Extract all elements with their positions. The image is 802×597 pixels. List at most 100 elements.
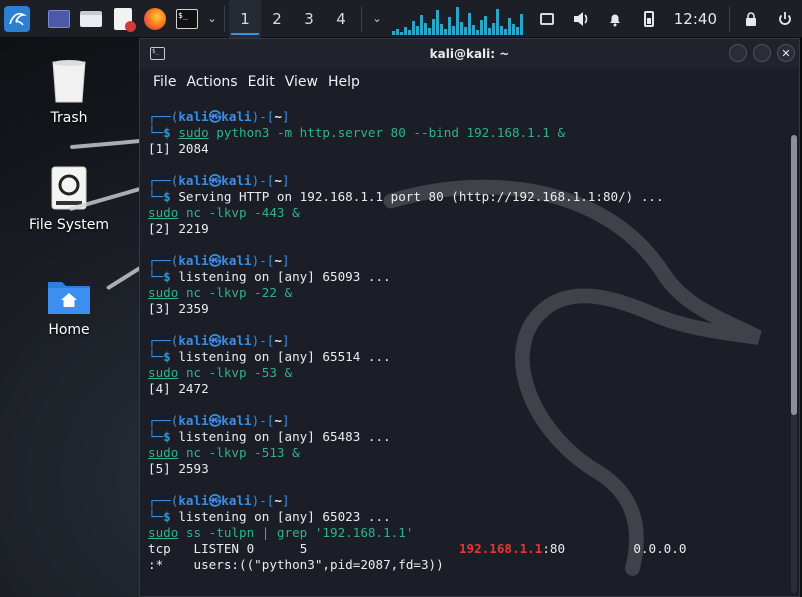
workspace-4[interactable]: 4 xyxy=(325,0,357,38)
cpu-graph-bar xyxy=(520,13,523,35)
text-editor-icon[interactable] xyxy=(108,4,138,34)
prompt-host: kali xyxy=(221,493,252,508)
clock[interactable]: 12:40 xyxy=(666,10,725,28)
prompt-bracket: ┌──( xyxy=(148,413,179,428)
prompt-bracket: └─ xyxy=(148,349,164,364)
ss-local-ip: 192.168.1.1 xyxy=(458,541,543,556)
lock-icon[interactable] xyxy=(734,0,768,38)
scrollbar-thumb[interactable] xyxy=(791,135,797,415)
prompt-at-symbol: ㉿ xyxy=(208,413,222,428)
prompt-host: kali xyxy=(221,109,252,124)
chevron-down-icon[interactable]: ⌄ xyxy=(368,4,386,34)
ss-state: LISTEN xyxy=(193,541,240,556)
panel-separator xyxy=(729,6,730,32)
prompt-host: kali xyxy=(221,333,252,348)
command-sudo: sudo xyxy=(178,125,209,140)
prompt-bracket: ┌──( xyxy=(148,493,179,508)
window-titlebar[interactable]: kali@kali: ~ ✕ xyxy=(140,39,799,69)
kali-menu-icon[interactable] xyxy=(4,5,30,32)
desktop-icon-label: File System xyxy=(28,217,110,233)
close-button[interactable]: ✕ xyxy=(777,44,795,62)
show-desktop-icon[interactable] xyxy=(44,4,74,34)
menu-help[interactable]: Help xyxy=(323,74,365,90)
cpu-graph-bar xyxy=(392,30,395,35)
command-output: listening on [any] 65023 ... xyxy=(178,509,391,524)
cpu-graph xyxy=(392,3,524,35)
close-icon: ✕ xyxy=(781,46,791,60)
workspace-label: 2 xyxy=(272,9,282,28)
command-line: sudo nc -lkvp -513 & xyxy=(148,445,787,461)
menu-bar: File Actions Edit View Help xyxy=(140,69,799,95)
command-text: nc -lkvp -513 & xyxy=(185,445,300,460)
prompt-bracket: ] xyxy=(281,109,290,124)
file-manager-icon[interactable] xyxy=(76,4,106,34)
trash-icon xyxy=(52,60,86,103)
command-text: python3 -m http.server 80 --bind 192.168… xyxy=(216,125,566,140)
desktop-icon-home[interactable]: Home xyxy=(19,276,119,338)
notification-bell-icon[interactable] xyxy=(598,0,632,38)
job-line: [3] 2359 xyxy=(148,301,787,317)
volume-icon[interactable] xyxy=(564,0,598,38)
power-icon[interactable] xyxy=(768,0,802,38)
terminal-window[interactable]: kali@kali: ~ ✕ File Actions Edit View He… xyxy=(139,38,800,597)
cpu-graph-bar xyxy=(404,26,407,35)
prompt-bracket: )-[ xyxy=(251,109,275,124)
window-title: kali@kali: ~ xyxy=(429,47,510,61)
prompt-header: ┌──(kali㉿kali)-[~] xyxy=(148,413,787,429)
menu-view[interactable]: View xyxy=(280,74,323,90)
job-id: [4] 2472 xyxy=(148,381,209,396)
prompt-user: kali xyxy=(178,253,209,268)
chevron-down-icon[interactable]: ⌄ xyxy=(204,4,220,34)
scrollbar[interactable] xyxy=(791,135,797,593)
network-icon[interactable] xyxy=(530,0,564,38)
cpu-graph-bar xyxy=(456,6,459,35)
prompt-dollar: $ xyxy=(163,269,179,284)
menu-actions[interactable]: Actions xyxy=(181,74,242,90)
minimize-button[interactable] xyxy=(729,44,747,62)
workspace-3[interactable]: 3 xyxy=(293,0,325,38)
battery-icon[interactable] xyxy=(632,0,666,38)
firefox-icon[interactable] xyxy=(140,4,170,34)
command-text: nc -lkvp -443 & xyxy=(185,205,300,220)
cpu-graph-bar xyxy=(468,12,471,35)
prompt-bracket: └─ xyxy=(148,269,164,284)
prompt-bracket: ] xyxy=(281,493,290,508)
job-line: [2] 2219 xyxy=(148,221,787,237)
command-line: sudo ss -tulpn | grep '192.168.1.1' xyxy=(148,525,787,541)
home-folder-icon xyxy=(48,282,90,314)
desktop-icon-trash[interactable]: Trash xyxy=(19,58,119,126)
prompt-user: kali xyxy=(178,333,209,348)
terminal-output[interactable]: ┌──(kali㉿kali)-[~] └─$ sudo python3 -m ht… xyxy=(140,109,787,597)
prompt-dollar: $ xyxy=(163,429,179,444)
cpu-graph-bar xyxy=(408,29,411,35)
prompt-dollar: $ xyxy=(163,125,179,140)
command-output: listening on [any] 65483 ... xyxy=(178,429,391,444)
workspace-1[interactable]: 1 xyxy=(229,0,261,38)
prompt-host: kali xyxy=(221,413,252,428)
workspace-label: 3 xyxy=(304,9,314,28)
cpu-graph-bar xyxy=(488,27,491,35)
cpu-graph-bar xyxy=(436,9,439,35)
workspace-2[interactable]: 2 xyxy=(261,0,293,38)
prompt-header: ┌──(kali㉿kali)-[~] xyxy=(148,173,787,189)
menu-file[interactable]: File xyxy=(148,74,181,90)
prompt-bracket: ┌──( xyxy=(148,109,179,124)
menu-edit[interactable]: Edit xyxy=(243,74,280,90)
command-sudo: sudo xyxy=(148,205,179,220)
cpu-graph-bar xyxy=(476,29,479,35)
maximize-button[interactable] xyxy=(753,44,771,62)
cpu-graph-bar xyxy=(492,22,495,35)
command-line: sudo nc -lkvp -443 & xyxy=(148,205,787,221)
cpu-graph-bar xyxy=(440,23,443,35)
terminal-icon[interactable]: $_ xyxy=(172,4,202,34)
command-sudo: sudo xyxy=(148,525,179,540)
cpu-graph-bar xyxy=(496,8,499,35)
command-output: Serving HTTP on 192.168.1.1 port 80 (htt… xyxy=(178,189,664,204)
prompt-dir: ~ xyxy=(274,333,282,348)
